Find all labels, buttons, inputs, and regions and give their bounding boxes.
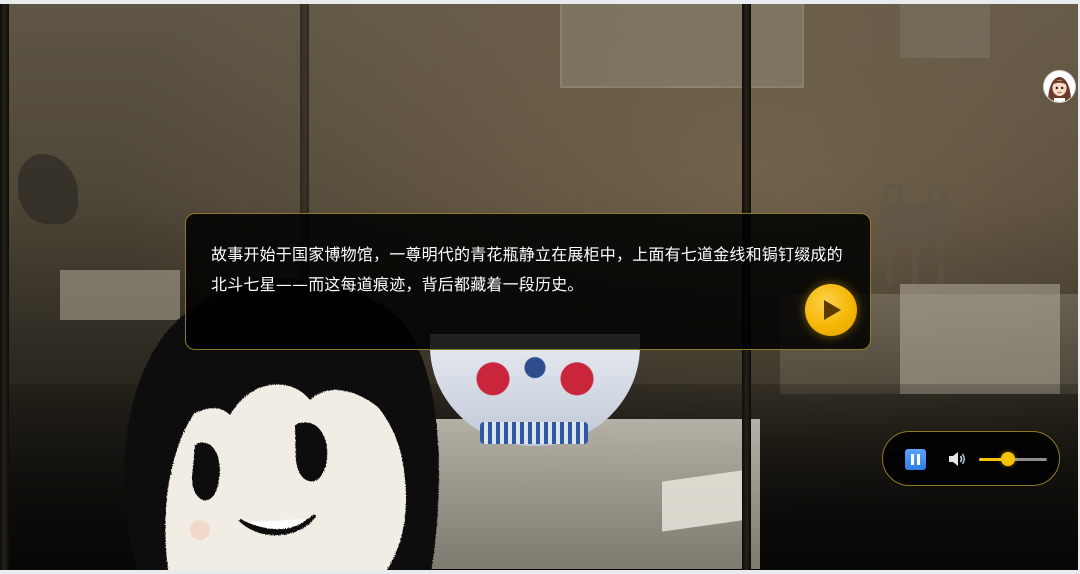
story-dialog-text: 故事开始于国家博物馆，一尊明代的青花瓶静立在展柜中，上面有七道金线和锔钉缀成的北…: [211, 245, 843, 294]
next-dialog-button[interactable]: [805, 284, 857, 336]
pause-icon: [911, 454, 914, 465]
glass-frame-left: [0, 4, 9, 570]
wall-poster-small: [900, 4, 990, 58]
display-ledge-right: [900, 284, 1060, 394]
pause-icon-bar: [917, 454, 920, 465]
story-dialog-box: 故事开始于国家博物馆，一尊明代的青花瓶静立在展柜中，上面有七道金线和锔钉缀成的北…: [185, 213, 871, 350]
user-avatar-icon[interactable]: [1043, 70, 1076, 103]
bronze-ding-artifact: [880, 184, 950, 284]
play-icon: [824, 300, 841, 320]
volume-slider-thumb[interactable]: [1000, 452, 1015, 466]
game-stage: 故事开始于国家博物馆，一尊明代的青花瓶静立在展柜中，上面有七道金线和锔钉缀成的北…: [0, 4, 1078, 570]
wall-poster: [560, 4, 804, 88]
volume-slider[interactable]: [979, 452, 1047, 466]
audio-control-bar: [882, 431, 1060, 486]
pause-button[interactable]: [905, 449, 926, 470]
porcelain-bowl-foot: [480, 422, 588, 444]
speaker-icon[interactable]: [947, 450, 967, 468]
